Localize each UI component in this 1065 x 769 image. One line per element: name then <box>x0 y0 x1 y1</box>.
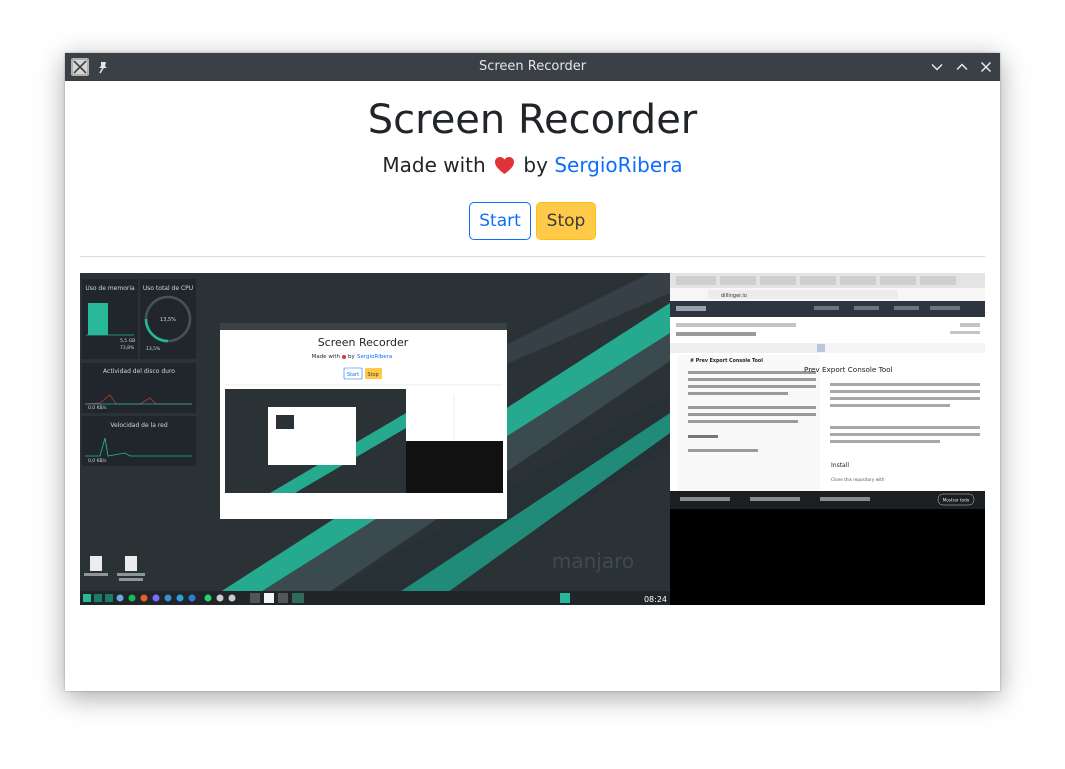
nested-stop: Stop <box>367 372 378 378</box>
taskbar-clock: 08:24 <box>644 595 667 604</box>
doc-install-line: Clone this repository with <box>831 477 885 482</box>
network-widget: Velocidad de la red 0,0 KB/s <box>82 416 196 466</box>
app-content: Screen Recorder Made with by SergioRiber… <box>65 81 1000 691</box>
browser-url: dillinger.io <box>721 293 747 299</box>
desktop-screenshot: Uso de memoria 5,5 GB 73,8% Uso total de… <box>80 273 670 605</box>
cpu-percent-center: 13,5% <box>160 317 176 323</box>
start-button[interactable]: Start <box>469 202 531 240</box>
recording-preview: Uso de memoria 5,5 GB 73,8% Uso total de… <box>80 273 985 605</box>
made-with-text: Made with <box>382 153 486 177</box>
window-title: Screen Recorder <box>478 59 587 74</box>
cpu-widget: Uso total de CPU 13,5% 13,5% <box>140 279 196 359</box>
stop-button[interactable]: Stop <box>536 202 596 240</box>
disk-value: 0,0 KB/s <box>88 405 107 411</box>
memory-used: 5,5 GB <box>120 338 135 344</box>
chevron-up-icon <box>956 63 968 71</box>
desktop-brand: manjaro <box>552 549 634 573</box>
disk-widget-title: Actividad del disco duro <box>103 368 175 375</box>
subtitle: Made with by SergioRibera <box>65 153 1000 177</box>
editor-heading: # Prev Export Console Tool <box>690 358 763 364</box>
nested-window: Screen Recorder Made with by SergioRiber… <box>220 323 507 519</box>
doc-title: Prev Export Console Tool <box>804 365 893 374</box>
divider <box>80 256 985 257</box>
minimize-button[interactable] <box>929 59 945 75</box>
memory-widget-title: Uso de memoria <box>85 285 135 292</box>
chevron-down-icon <box>931 63 943 71</box>
nested-by: by <box>348 354 355 360</box>
cpu-percent: 13,5% <box>146 346 161 352</box>
doc-install-heading: Install <box>831 462 849 469</box>
memory-widget: Uso de memoria 5,5 GB 73,8% <box>82 279 138 359</box>
heart-icon <box>494 156 515 175</box>
browser-screenshot: dillinger.io # Prev Export Console Tool … <box>670 273 985 605</box>
memory-percent: 73,8% <box>120 345 135 351</box>
nested-heading: Screen Recorder <box>318 336 409 349</box>
nested-author: SergioRibera <box>357 354 392 360</box>
cpu-widget-title: Uso total de CPU <box>143 285 193 292</box>
screen-recorder-window: Screen Recorder Screen Recorder Made wit… <box>65 53 1000 691</box>
author-link[interactable]: SergioRibera <box>554 153 682 177</box>
close-icon <box>980 61 992 73</box>
taskbar: 08:24 <box>80 591 670 605</box>
page-title: Screen Recorder <box>367 97 698 143</box>
maximize-button[interactable] <box>954 59 970 75</box>
window-titlebar[interactable]: Screen Recorder <box>65 53 1000 81</box>
nested-heart-icon <box>342 355 346 359</box>
net-widget-title: Velocidad de la red <box>110 422 168 429</box>
show-all-button: Mostrar todo <box>943 498 970 503</box>
nested-made-with: Made with <box>312 354 341 360</box>
nested-start: Start <box>347 372 359 378</box>
disk-widget: Actividad del disco duro 0,0 KB/s <box>82 363 196 413</box>
net-value: 0,0 KB/s <box>88 458 107 464</box>
close-button[interactable] <box>978 59 994 75</box>
by-text: by <box>523 153 548 177</box>
